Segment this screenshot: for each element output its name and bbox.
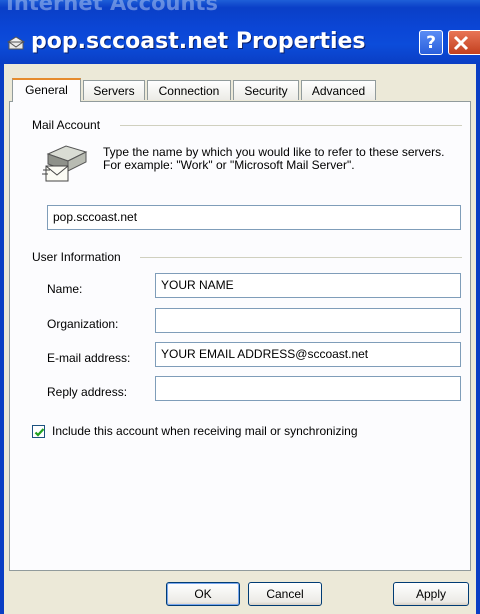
tab-servers[interactable]: Servers: [83, 80, 145, 100]
checkmark-icon: [34, 428, 45, 437]
mail-server-icon: [42, 145, 88, 182]
name-label: Name:: [47, 282, 83, 296]
close-icon: [453, 35, 469, 51]
organization-input[interactable]: [155, 308, 461, 333]
tab-advanced[interactable]: Advanced: [301, 80, 376, 100]
tab-general[interactable]: General: [12, 78, 81, 102]
tab-security[interactable]: Security: [233, 80, 299, 100]
mail-account-name-input[interactable]: pop.sccoast.net: [47, 205, 461, 230]
include-account-label[interactable]: Include this account when receiving mail…: [52, 424, 358, 438]
tab-connection[interactable]: Connection: [147, 80, 231, 100]
title-bar: Internet Accounts pop.sccoast.net Proper…: [0, 0, 480, 64]
ok-button[interactable]: OK: [166, 582, 240, 606]
help-button[interactable]: ?: [419, 30, 443, 55]
organization-label: Organization:: [47, 317, 119, 331]
close-button[interactable]: [448, 30, 480, 55]
background-window-title: Internet Accounts: [6, 0, 218, 15]
user-info-divider: [140, 257, 462, 258]
mail-account-group-label: Mail Account: [32, 118, 101, 132]
reply-address-label: Reply address:: [47, 385, 128, 399]
email-input[interactable]: YOUR EMAIL ADDRESS@sccoast.net: [155, 342, 461, 367]
mail-account-icon: [6, 36, 26, 50]
apply-button[interactable]: Apply: [393, 582, 469, 606]
name-input[interactable]: YOUR NAME: [155, 273, 461, 298]
email-label: E-mail address:: [47, 351, 131, 365]
include-account-checkbox[interactable]: [32, 425, 45, 438]
window-title: pop.sccoast.net Properties: [31, 29, 366, 54]
mail-account-description: Type the name by which you would like to…: [103, 145, 445, 172]
user-info-group-label: User Information: [32, 250, 121, 264]
mail-account-divider: [120, 125, 462, 126]
cancel-button[interactable]: Cancel: [248, 582, 322, 606]
window-border-right: [476, 64, 480, 614]
reply-address-input[interactable]: [155, 376, 461, 401]
